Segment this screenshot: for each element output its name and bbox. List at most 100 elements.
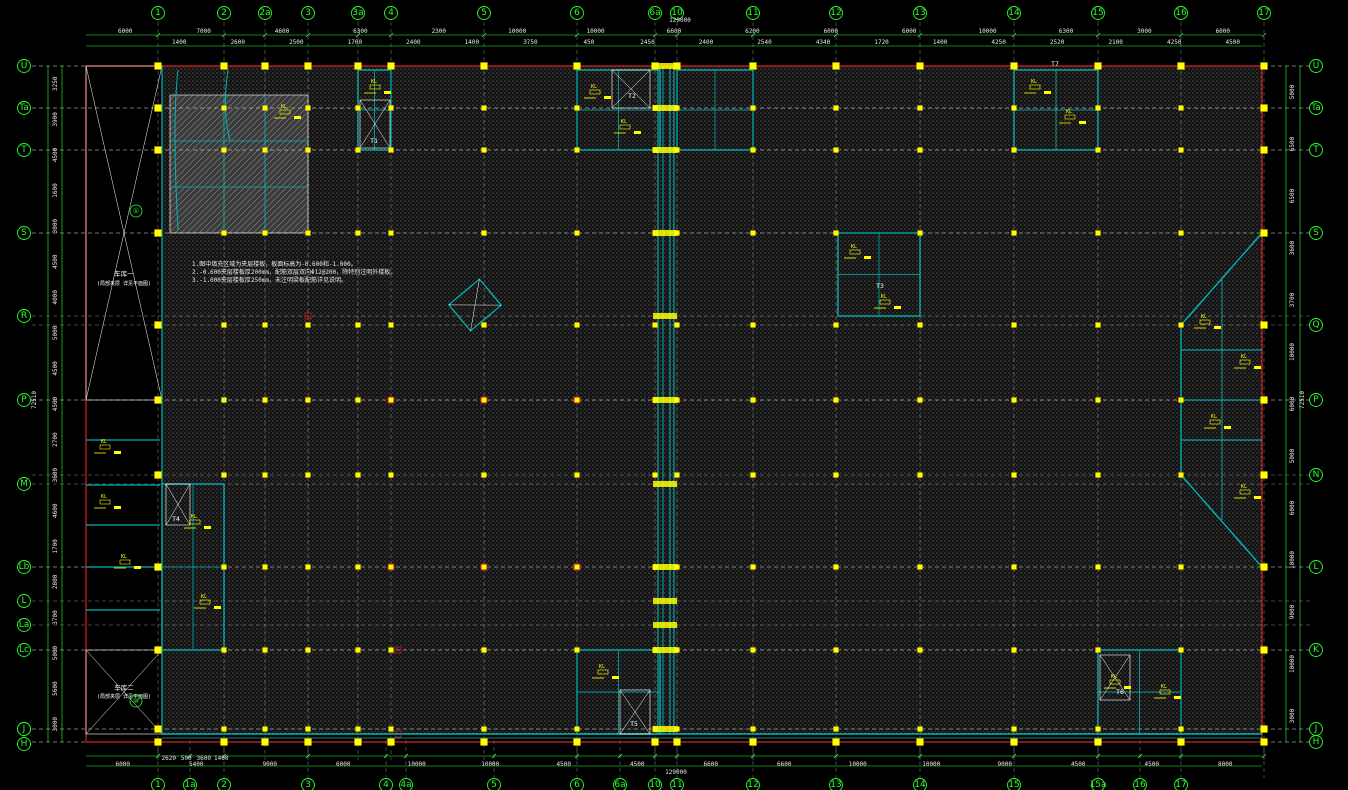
svg-text:3250: 3250 (52, 76, 59, 91)
svg-text:⑩: ⑩ (133, 697, 139, 705)
axis-bubble-top-4: 4 (384, 6, 398, 20)
svg-text:KL: KL (121, 554, 127, 560)
axis-bubble-top-6: 6 (570, 6, 584, 20)
axis-bubble-top-3a: 3a (351, 6, 365, 20)
stair-tag-t3: T3 (876, 282, 884, 290)
svg-text:10000: 10000 (408, 761, 426, 768)
svg-text:15: 15 (1008, 780, 1019, 790)
svg-text:2400: 2400 (699, 39, 714, 46)
svg-text:14: 14 (914, 780, 926, 790)
svg-text:9000: 9000 (998, 761, 1013, 768)
svg-text:3900: 3900 (52, 112, 59, 127)
svg-text:3a: 3a (352, 8, 363, 18)
svg-text:10000: 10000 (979, 28, 997, 35)
svg-text:3600: 3600 (1289, 240, 1296, 255)
axis-bubble-left-R: R (17, 309, 31, 323)
svg-text:1: 1 (155, 8, 161, 18)
svg-text:2540: 2540 (757, 39, 772, 46)
axis-bubble-bottom-13: 13 (829, 778, 843, 790)
svg-text:2300: 2300 (432, 28, 447, 35)
axis-bubble-left-L: L (17, 594, 31, 608)
svg-text:4250: 4250 (1167, 39, 1182, 46)
svg-text:KL: KL (101, 439, 107, 445)
axis-bubble-bottom-4: 4 (379, 778, 393, 790)
axis-bubble-left-La: La (17, 618, 31, 632)
svg-text:5000: 5000 (1289, 448, 1296, 463)
right-total-dim: 72510 (1299, 391, 1306, 409)
svg-text:450: 450 (584, 39, 595, 46)
svg-text:6300: 6300 (1059, 28, 1074, 35)
svg-text:5000: 5000 (52, 325, 59, 340)
svg-text:6000: 6000 (1289, 500, 1296, 515)
svg-text:5600: 5600 (52, 681, 59, 696)
svg-text:La: La (19, 620, 30, 630)
axis-bubble-left-S: S (17, 226, 31, 240)
axis-bubble-bottom-4a: 4a (399, 778, 413, 790)
svg-text:L: L (1313, 562, 1318, 572)
svg-text:KL: KL (1211, 414, 1217, 420)
svg-text:6000: 6000 (902, 28, 917, 35)
svg-text:2: 2 (221, 780, 227, 790)
axis-bubble-top-2a: 2a (258, 6, 272, 20)
axis-bubble-left-Lc: Lc (17, 643, 31, 657)
axis-bubble-top-5: 5 (477, 6, 491, 20)
svg-text:10000: 10000 (1289, 551, 1296, 569)
svg-text:6000: 6000 (336, 761, 351, 768)
svg-text:5000: 5000 (1289, 84, 1296, 99)
svg-text:16: 16 (1134, 780, 1146, 790)
left-total-dim: 72510 (31, 391, 38, 409)
svg-text:8000: 8000 (1218, 761, 1233, 768)
svg-text:KL: KL (101, 494, 107, 500)
svg-text:6500: 6500 (1289, 188, 1296, 203)
svg-text:4500: 4500 (1226, 39, 1241, 46)
svg-text:P: P (1313, 395, 1319, 405)
svg-text:15: 15 (1092, 8, 1103, 18)
note-line-1: 1.图中填充区域为夹层楼板，板面标高为-0.600和-1.000。 (192, 260, 357, 268)
svg-text:10000: 10000 (1289, 655, 1296, 673)
svg-text:KL: KL (1111, 674, 1117, 680)
axis-bubble-top-3: 3 (301, 6, 315, 20)
svg-text:3000: 3000 (52, 717, 59, 732)
axis-bubble-bottom-12: 12 (746, 778, 760, 790)
svg-text:6: 6 (574, 780, 580, 790)
svg-text:2a: 2a (259, 8, 270, 18)
svg-text:4500: 4500 (557, 761, 572, 768)
svg-text:1400: 1400 (172, 39, 187, 46)
svg-text:9000: 9000 (263, 761, 278, 768)
axis-bubble-right-J: J (1309, 722, 1323, 736)
svg-text:Ta: Ta (18, 103, 29, 113)
svg-text:4: 4 (383, 780, 389, 790)
svg-text:1: 1 (155, 780, 161, 790)
svg-text:6: 6 (574, 8, 580, 18)
svg-text:4340: 4340 (816, 39, 831, 46)
svg-text:Q: Q (1312, 320, 1319, 330)
void-label-1: 车库一 (114, 269, 134, 278)
svg-text:4250: 4250 (991, 39, 1006, 46)
svg-text:6000: 6000 (1289, 396, 1296, 411)
axis-bubble-bottom-15a: 15a (1090, 778, 1107, 790)
axis-bubble-bottom-6a: 6a (613, 778, 627, 790)
svg-text:3600: 3600 (197, 755, 212, 762)
svg-text:15a: 15a (1090, 780, 1107, 790)
stair-tag-t6: T6 (1116, 688, 1124, 696)
svg-text:1600: 1600 (52, 183, 59, 198)
svg-text:10000: 10000 (849, 761, 867, 768)
svg-text:M: M (20, 479, 28, 489)
axis-bubble-left-T: T (17, 143, 31, 157)
svg-text:5400: 5400 (189, 761, 204, 768)
svg-text:U: U (1313, 61, 1320, 71)
axis-bubble-bottom-1a: 1a (183, 778, 197, 790)
svg-text:L: L (21, 596, 26, 606)
svg-text:1700: 1700 (52, 539, 59, 554)
svg-text:4500: 4500 (52, 147, 59, 162)
svg-text:11: 11 (747, 8, 758, 18)
svg-text:KL: KL (1066, 109, 1072, 115)
svg-text:1400: 1400 (214, 755, 229, 762)
svg-text:2520: 2520 (1050, 39, 1065, 46)
svg-text:U: U (21, 61, 28, 71)
svg-text:4500: 4500 (1145, 761, 1160, 768)
svg-text:3700: 3700 (1289, 292, 1296, 307)
svg-text:H: H (21, 739, 28, 749)
svg-text:6a: 6a (614, 780, 625, 790)
axis-bubble-bottom-10: 10 (648, 778, 662, 790)
